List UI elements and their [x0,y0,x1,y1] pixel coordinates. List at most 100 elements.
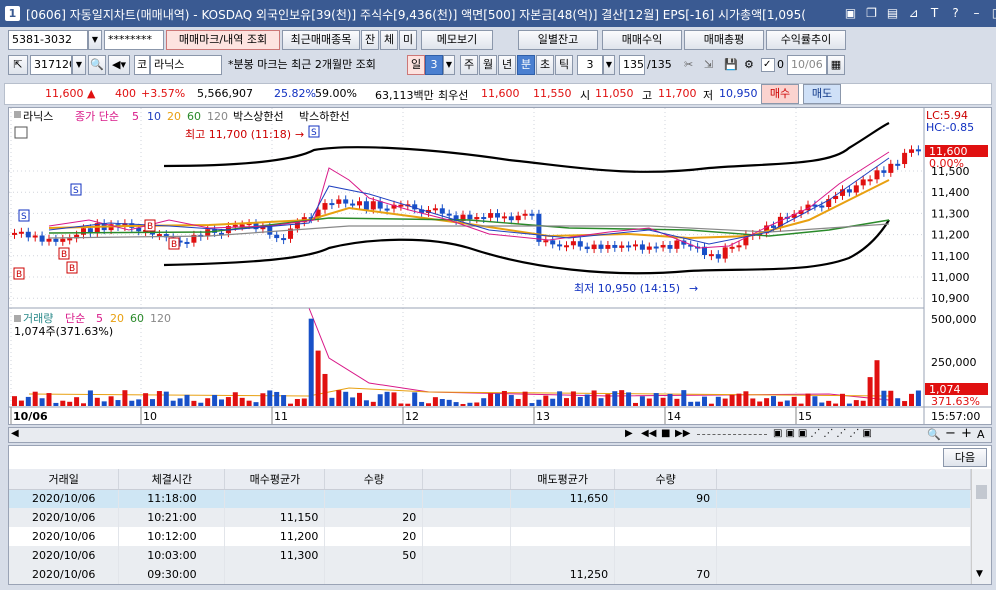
price-chart[interactable]: S S S B B B B B → → 라닉스 종가 단순 5 10 20 60 120 박스상한… [8,107,992,425]
executed-button[interactable]: 체 [380,30,398,50]
candle [488,213,494,218]
column-header[interactable] [716,469,971,490]
candle [584,246,590,250]
fast-forward-icon[interactable]: ▶▶ [675,428,690,439]
volume-bar [198,402,204,406]
period-tick-button[interactable]: 틱 [555,55,573,75]
return-trend-button[interactable]: 수익률추이 [766,30,846,50]
period-month-button[interactable]: 월 [479,55,497,75]
ruler-icon[interactable]: ⇲ [704,55,713,75]
expand-icon[interactable]: ⇱ [8,55,28,75]
copy-icon[interactable]: ❐ [863,5,880,21]
period-dropdown-icon[interactable]: ▼ [443,55,455,75]
column-header[interactable]: 거래일 [9,469,120,490]
period-day-button[interactable]: 일 [407,55,425,75]
zoom-in-icon[interactable]: + [961,426,972,441]
gear-icon[interactable]: ⚙ [744,55,754,75]
zoom-out-icon[interactable]: − [945,426,956,441]
column-header[interactable]: 수량 [324,469,424,490]
zoom-icon[interactable]: 🔍 [927,428,941,441]
tick-dropdown-icon[interactable]: ▼ [603,55,615,75]
stock-name-field[interactable]: 라닉스 [150,55,222,75]
table-cell [422,565,512,584]
recent-trades-button[interactable]: 최근매매종목 [282,30,360,50]
period-minute-button[interactable]: 분 [517,55,535,75]
table-row[interactable]: 2020/10/06 09:30:00 11,250 70 [9,565,971,584]
trade-total-button[interactable]: 매매총평 [684,30,764,50]
scissors-icon[interactable]: ✂ [684,55,693,75]
pin-icon[interactable]: ⊿ [905,5,922,21]
column-header[interactable] [422,469,512,490]
period-year-button[interactable]: 년 [498,55,516,75]
volume-bar [439,399,445,406]
help-icon[interactable]: ? [947,5,964,21]
code-dropdown-icon[interactable]: ▼ [72,55,86,75]
trade-profit-button[interactable]: 매매수익 [602,30,682,50]
next-button[interactable]: 다음 [943,448,987,467]
count-input[interactable]: 135 [619,55,645,75]
unfilled-button[interactable]: 미 [399,30,417,50]
password-input[interactable]: ******** [104,30,164,50]
account-input[interactable]: 5381-3032 [8,30,88,50]
time-axis-label: 15 [798,410,812,423]
buy-button[interactable]: 매수 [761,84,799,104]
scroll-down-icon[interactable]: ▼ [976,569,983,579]
date-input[interactable]: 10/06 [787,55,827,75]
daily-balance-button[interactable]: 일별잔고 [518,30,598,50]
candle [274,234,280,239]
link-icon[interactable]: ▣ [842,5,859,21]
checkbox[interactable]: ✓ [761,58,775,72]
grid-toggle-icon[interactable] [14,126,28,139]
table-row[interactable]: 2020/10/06 10:21:00 11,150 20 [9,508,971,527]
volume-bar [605,394,611,406]
scroll-left-icon[interactable]: ◀ [11,428,19,439]
volume-bar [12,396,17,406]
speaker-icon[interactable]: ◀▾ [108,55,130,75]
volume-bar [681,390,687,406]
marker-query-button[interactable]: 매매마크/내역 조회 [166,30,280,50]
time-axis-label: 11 [274,410,288,423]
market-prefix: 코 [134,55,150,75]
table-scrollbar[interactable]: ▼ [971,469,991,584]
table-row[interactable]: 2020/10/06 10:03:00 11,300 50 [9,546,971,565]
stock-code-input[interactable]: 317120 [30,55,72,75]
column-header[interactable]: 체결시간 [118,469,226,490]
rewind-icon[interactable]: ◀◀ [641,428,656,439]
volume-bar [729,394,735,406]
maximize-icon[interactable]: □ [989,5,996,21]
candle [39,235,45,242]
drawing-tools-icon[interactable]: ▣▣▣⋰⋰⋰⋰▣ [773,428,875,439]
toolbar-account: 5381-3032 ▼ ******** 매매마크/내역 조회 최근매매종목 잔… [4,30,992,54]
zoom-slider[interactable] [697,434,767,437]
candle [12,232,17,235]
candle [53,238,59,242]
balance-button[interactable]: 잔 [361,30,379,50]
volume-bar [357,392,362,406]
period-week-button[interactable]: 주 [460,55,478,75]
scrollbar-thumb[interactable] [976,485,987,499]
candle [495,213,500,218]
column-header[interactable]: 수량 [614,469,718,490]
column-header[interactable]: 매수평균가 [224,469,326,490]
scroll-right-icon[interactable]: ▶ [625,428,633,439]
stop-icon[interactable]: ■ [661,428,670,439]
minimize-icon[interactable]: – [968,5,985,21]
table-cell: 50 [324,546,424,565]
period-second-button[interactable]: 초 [536,55,554,75]
calendar-icon[interactable]: ▦ [827,55,845,75]
chart-canvas[interactable]: SSSBBBBB→→ 라닉스 종가 단순 5 10 20 60 120 박스상한… [9,108,991,424]
search-icon[interactable]: 🔍 [88,55,106,75]
table-row[interactable]: 2020/10/06 11:18:00 11,650 90 [9,489,971,508]
font-icon[interactable]: T [926,5,943,21]
memo-button[interactable]: 메모보기 [421,30,493,50]
sell-button[interactable]: 매도 [803,84,841,104]
save-icon[interactable]: 💾 [724,55,738,75]
period-value[interactable]: 3 [425,55,443,75]
column-header[interactable]: 매도평균가 [510,469,616,490]
account-dropdown-icon[interactable]: ▼ [88,30,102,50]
tile-icon[interactable]: ▤ [884,5,901,21]
table-row[interactable]: 2020/10/06 10:12:00 11,200 20 [9,527,971,546]
text-tool-icon[interactable]: A [977,428,985,441]
tick-value-input[interactable]: 3 [577,55,603,75]
chart-scroll-row[interactable]: ◀ ▶ ◀◀ ■ ▶▶ ▣▣▣⋰⋰⋰⋰▣ 🔍 − + A [8,426,992,443]
